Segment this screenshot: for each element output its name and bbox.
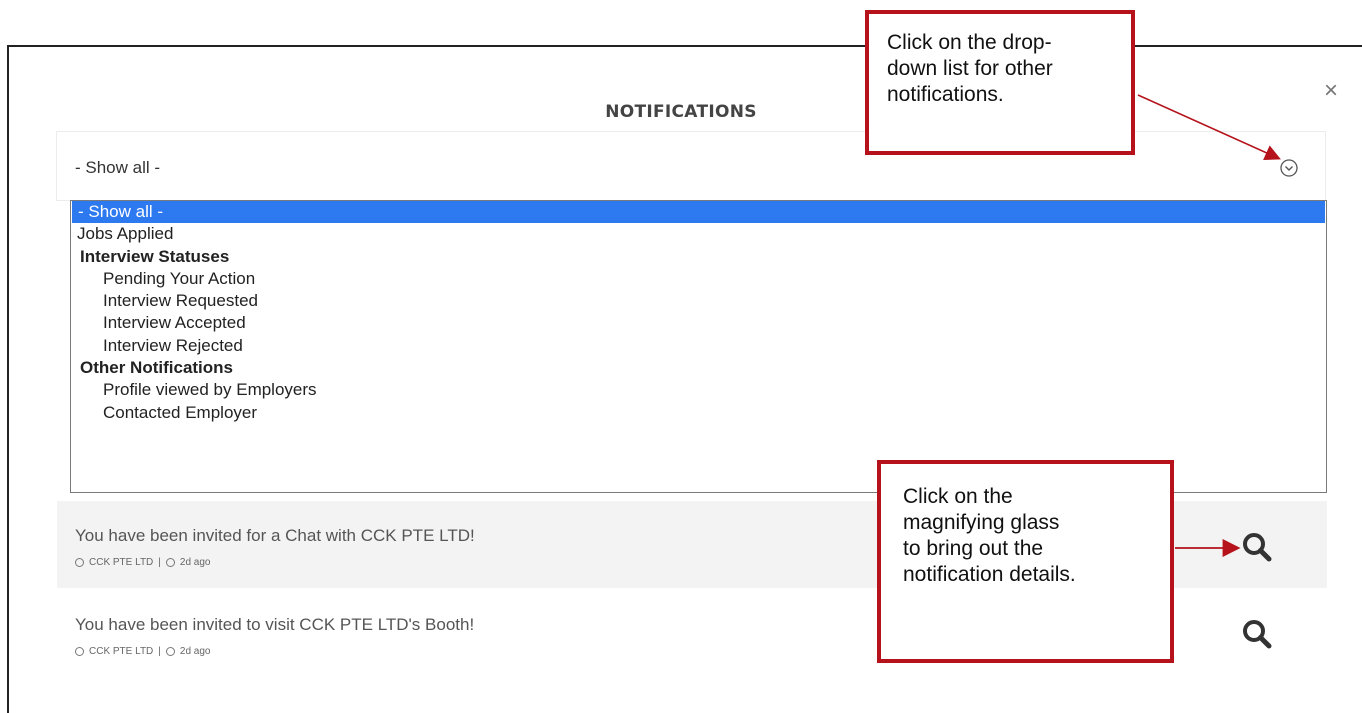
callout-search-hint: Click on the magnifying glass to bring o… [877, 460, 1174, 663]
chevron-down-circle-icon[interactable] [1280, 159, 1298, 177]
option-jobs-applied[interactable]: Jobs Applied [71, 223, 1326, 245]
notification-filter-select[interactable]: - Show all - [56, 131, 1326, 201]
meta-separator: | [158, 557, 161, 568]
option-interview-requested[interactable]: Interview Requested [71, 290, 1326, 312]
optgroup-other-notifications: Other Notifications [80, 358, 234, 378]
callout-line: down list for other [887, 57, 1053, 80]
callout-dropdown-hint: Click on the drop- down list for other n… [865, 10, 1135, 155]
frame-top-border [7, 45, 1362, 47]
notification-time: 2d ago [179, 557, 211, 568]
filter-selected-value: - Show all - [75, 158, 161, 177]
user-icon [75, 558, 84, 567]
notification-company: CCK PTE LTD [89, 557, 154, 568]
option-contacted-employer[interactable]: Contacted Employer [71, 402, 1326, 424]
notification-title: You have been invited for a Chat with CC… [75, 526, 475, 545]
option-interview-accepted[interactable]: Interview Accepted [71, 312, 1326, 334]
notification-time: 2d ago [179, 646, 211, 657]
notification-title: You have been invited to visit CCK PTE L… [75, 615, 475, 634]
clock-icon [165, 558, 175, 567]
meta-separator: | [158, 646, 161, 657]
option-pending-your-action[interactable]: Pending Your Action [71, 268, 1326, 290]
filter-options-list[interactable]: - Show all - Jobs Applied Interview Stat… [70, 200, 1327, 493]
optgroup-interview-statuses: Interview Statuses [80, 246, 230, 266]
search-icon[interactable] [1241, 618, 1273, 650]
option-show-all[interactable]: - Show all - [72, 201, 1325, 224]
callout-line: Click on the [903, 485, 1013, 508]
clock-icon [165, 647, 175, 656]
callout-line: to bring out the [903, 537, 1044, 560]
callout-line: notification details. [903, 563, 1076, 586]
callout-line: notifications. [887, 83, 1004, 106]
user-icon [75, 647, 84, 656]
frame-left-border [7, 45, 9, 713]
option-interview-rejected[interactable]: Interview Rejected [71, 335, 1326, 357]
notification-meta: CCK PTE LTD | 2d ago [75, 646, 210, 657]
notification-company: CCK PTE LTD [89, 646, 154, 657]
option-profile-viewed[interactable]: Profile viewed by Employers [71, 379, 1326, 401]
search-icon[interactable] [1241, 531, 1273, 563]
callout-line: Click on the drop- [887, 31, 1052, 54]
callout-line: magnifying glass [903, 511, 1060, 534]
notification-meta: CCK PTE LTD | 2d ago [75, 557, 210, 568]
modal-title: NOTIFICATIONS [605, 102, 757, 122]
close-icon[interactable]: × [1318, 78, 1344, 104]
